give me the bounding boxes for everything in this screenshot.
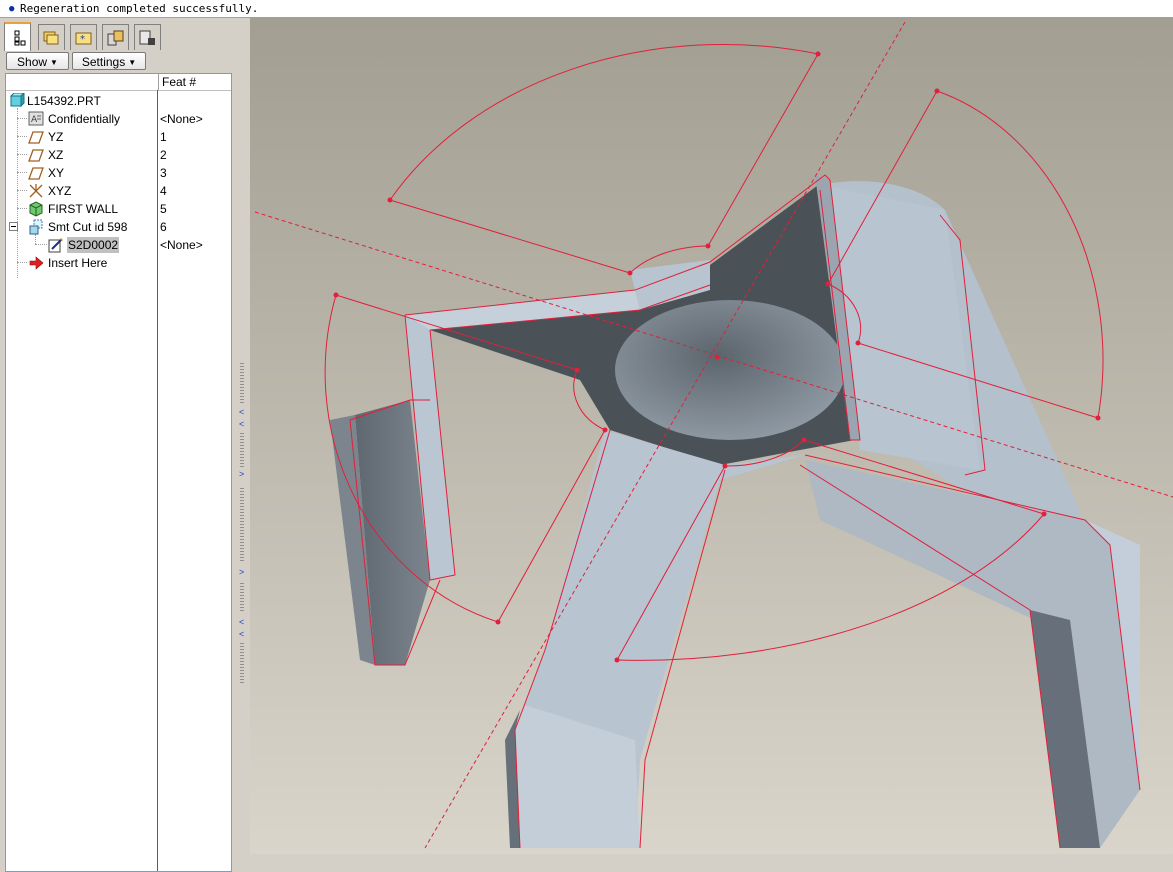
note-icon: A [28,111,44,126]
tree-item-feat: 3 [160,166,167,180]
feat-number-column-header[interactable]: Feat # [158,74,230,90]
tree-item-feat: <None> [160,238,203,252]
datum-plane-icon [28,167,44,180]
graphics-window[interactable] [250,18,1173,854]
tree-item-label: L154392.PRT [27,94,101,108]
coordinate-system-icon [29,184,43,198]
tree-item-smt-cut[interactable]: Smt Cut id 598 6 [6,218,231,236]
navigator-tabs: * [4,22,232,51]
insert-arrow-icon [29,256,44,270]
tree-item-xz[interactable]: XZ 2 [6,146,231,164]
tree-icon [14,30,25,45]
show-label: Show [17,55,48,69]
message-area: ● Regeneration completed successfully. [0,0,1173,18]
tree-item-feat: 5 [160,202,167,216]
navigator-panel: * Show ▼ Settings ▼ Feat # L154392.PRT A… [0,18,236,872]
tree-item-feat: 6 [160,220,167,234]
status-bullet-icon: ● [9,4,15,14]
svg-text:A: A [31,115,38,125]
datum-plane-icon [28,149,44,162]
model-tree: Feat # L154392.PRT A Confidentially <Non… [5,73,232,872]
tree-item-part[interactable]: L154392.PRT [6,92,231,110]
datum-plane-icon [28,131,44,144]
tree-item-label: Smt Cut id 598 [48,220,128,234]
connections-tab[interactable] [134,24,161,50]
chevron-down-icon: ▼ [128,58,137,67]
tree-item-first-wall[interactable]: FIRST WALL 5 [6,200,231,218]
tree-item-feat: 2 [160,148,167,162]
chevron-left-icon[interactable]: < [239,630,244,639]
sketch-icon [48,238,63,253]
sheetmetal-wall-icon [29,201,43,217]
tree-item-feat: 4 [160,184,167,198]
chevron-down-icon: ▼ [50,58,58,67]
history-tab[interactable] [102,24,129,50]
part-icon [9,93,25,108]
tree-item-feat: <None> [160,112,203,126]
tree-item-confidentially[interactable]: A Confidentially <None> [6,110,231,128]
settings-button[interactable]: Settings ▼ [72,52,146,70]
tree-column-header: Feat # [6,74,231,91]
tree-item-label: FIRST WALL [48,202,119,216]
tree-item-xyz[interactable]: XYZ 4 [6,182,231,200]
model-tree-tab[interactable] [4,22,31,51]
settings-label: Settings [81,55,126,69]
svg-text:*: * [80,34,85,45]
chevron-right-icon[interactable]: > [239,470,244,479]
tree-item-label: XYZ [48,184,72,198]
tree-item-label: S2D0002 [67,237,120,253]
folder-icon [43,31,58,44]
hub-recess [615,300,845,440]
connections-icon [139,30,155,45]
chevron-left-icon[interactable]: < [239,408,244,417]
favorites-icon: * [75,32,91,45]
chevron-right-icon[interactable]: > [239,568,244,577]
cut-icon [29,219,43,235]
collapse-icon[interactable] [9,222,19,232]
tree-item-yz[interactable]: YZ 1 [6,128,231,146]
history-icon [107,30,123,45]
tree-item-label: YZ [48,130,64,144]
panel-splitter[interactable]: < < > > < < [236,18,250,854]
folder-browser-tab[interactable] [38,24,65,50]
tree-item-sketch[interactable]: S2D0002 <None> [6,236,231,254]
tree-item-insert-here[interactable]: Insert Here [6,254,231,272]
tree-item-label: Confidentially [48,112,121,126]
tree-item-xy[interactable]: XY 3 [6,164,231,182]
show-button[interactable]: Show ▼ [6,52,69,70]
model-view[interactable] [250,18,1173,854]
tree-item-label: XY [48,166,65,180]
chevron-left-icon[interactable]: < [239,420,244,429]
chevron-left-icon[interactable]: < [239,618,244,627]
status-message: Regeneration completed successfully. [20,2,259,15]
tree-item-label: Insert Here [48,256,108,270]
tree-item-feat: 1 [160,130,167,144]
tree-item-label: XZ [48,148,64,162]
favorites-tab[interactable]: * [70,24,97,50]
